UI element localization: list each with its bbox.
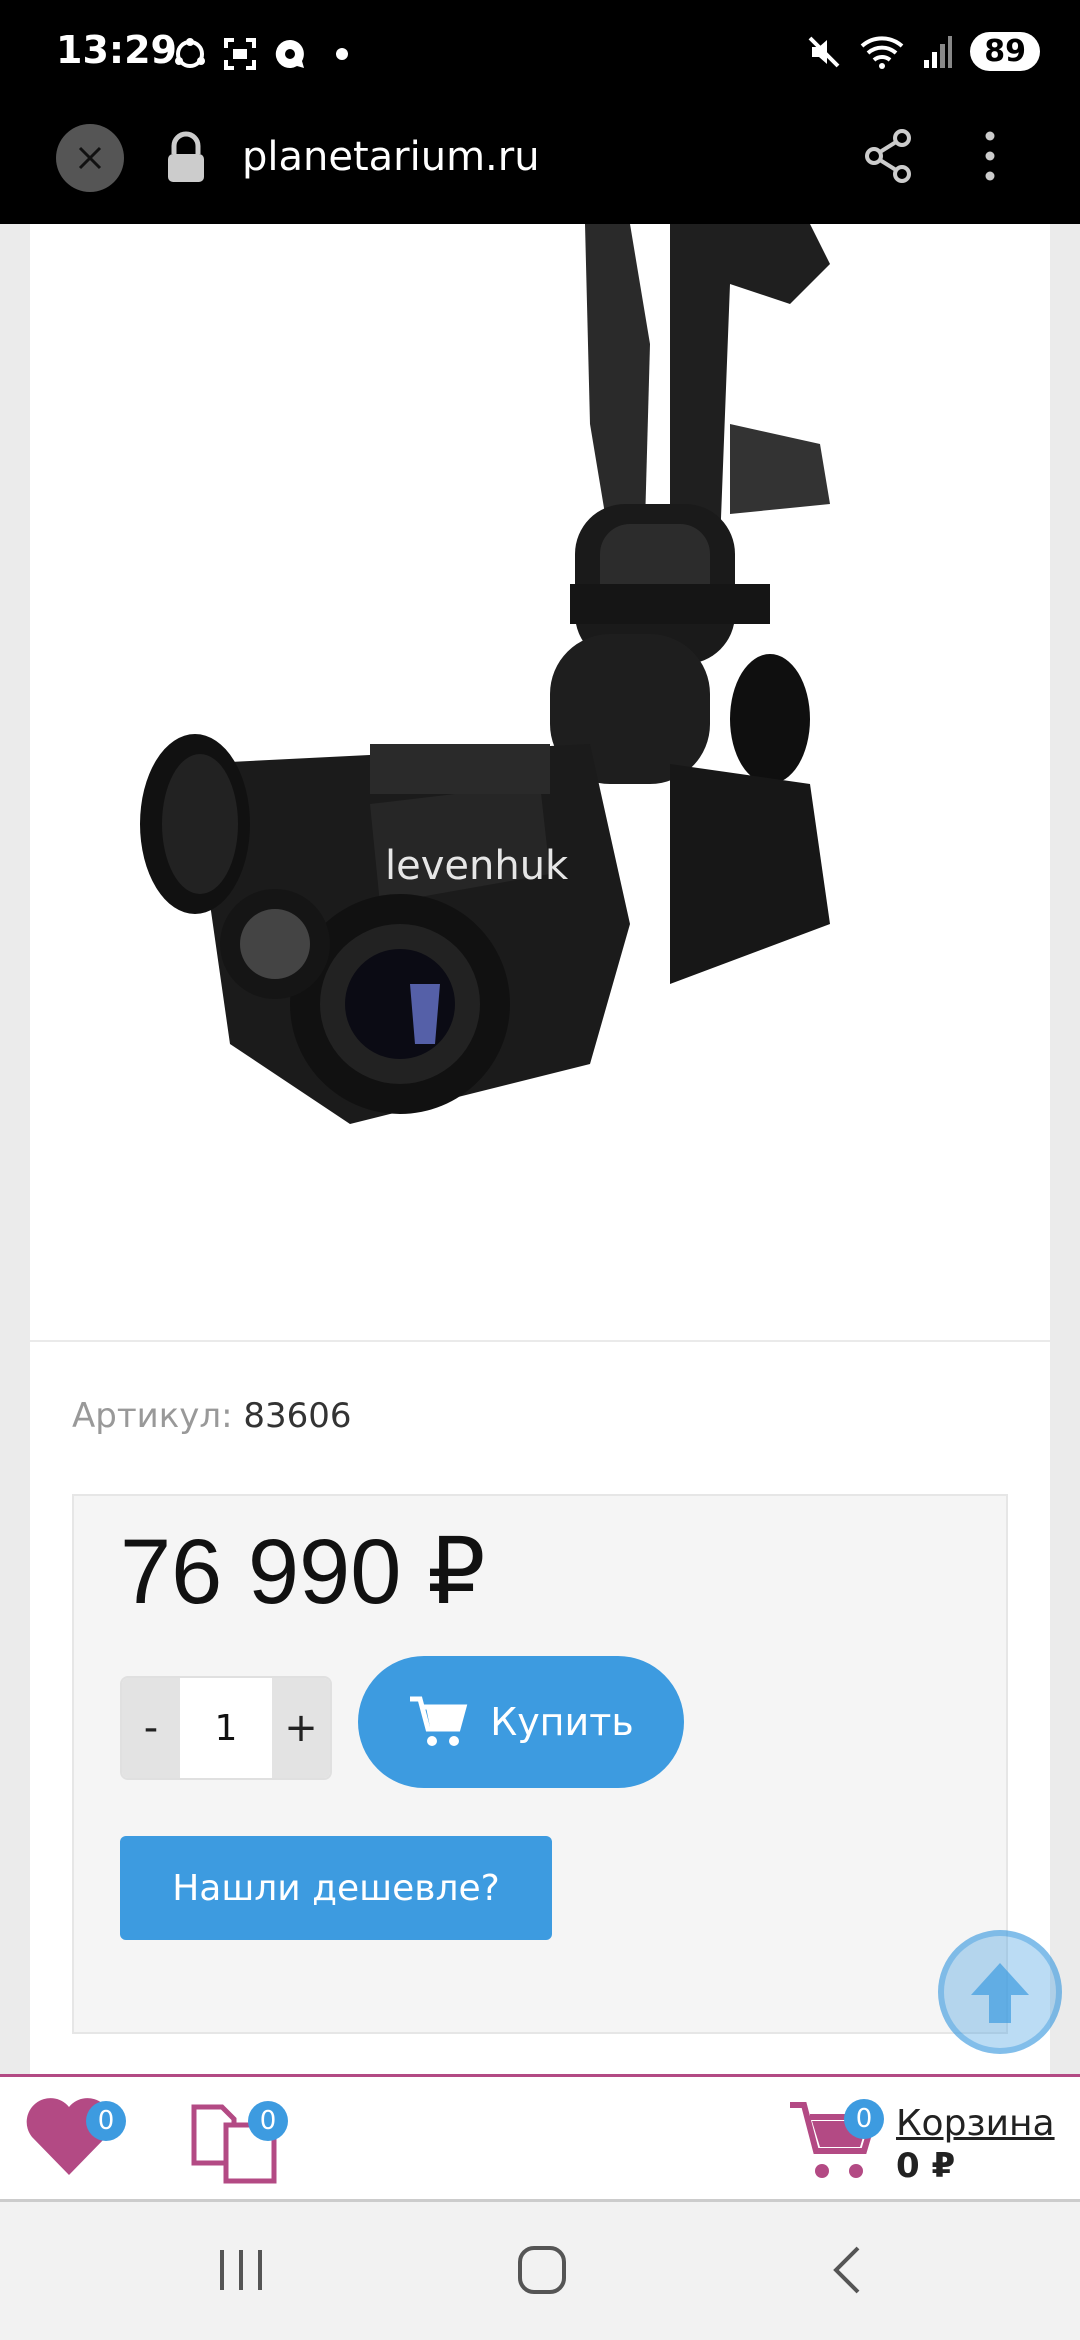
arrow-up-icon xyxy=(971,1963,1029,2023)
back-icon[interactable] xyxy=(826,2242,866,2302)
found-cheaper-button[interactable]: Нашли дешевле? xyxy=(120,1836,552,1940)
lock-icon[interactable] xyxy=(164,130,208,190)
cart-label[interactable]: Корзина xyxy=(896,2103,1055,2144)
bottom-bar: 0 0 0 Корзина 0 ₽ xyxy=(0,2074,1080,2202)
buy-label: Купить xyxy=(490,1700,634,1744)
qty-plus-button[interactable]: + xyxy=(272,1678,330,1778)
sku-value: 83606 xyxy=(243,1396,352,1436)
notification-icons xyxy=(172,36,348,72)
sku-label: Артикул: xyxy=(72,1396,233,1436)
cart-summary[interactable]: Корзина 0 ₽ xyxy=(896,2103,1055,2186)
status-bar: 13:29 89 xyxy=(0,0,1080,110)
home-icon[interactable] xyxy=(516,2242,568,2302)
divider xyxy=(30,1340,1050,1342)
system-nav-bar xyxy=(0,2202,1080,2340)
mute-icon xyxy=(808,36,840,67)
browser-toolbar: planetarium.ru xyxy=(0,110,1080,224)
scroll-to-top-button[interactable] xyxy=(938,1930,1062,2054)
compare-badge: 0 xyxy=(248,2101,288,2141)
sync-icon xyxy=(175,38,205,68)
qty-minus-button[interactable]: - xyxy=(122,1678,180,1778)
close-icon xyxy=(78,146,102,170)
price: 76 990 ₽ xyxy=(120,1521,486,1623)
qty-input[interactable]: 1 xyxy=(180,1678,272,1778)
chat-icon xyxy=(275,39,304,68)
buy-button[interactable]: Купить xyxy=(358,1656,684,1788)
sku-line: Артикул: 83606 xyxy=(72,1396,352,1436)
favorites-badge: 0 xyxy=(86,2101,126,2141)
cart-icon xyxy=(410,1696,468,1746)
cart-total: 0 ₽ xyxy=(896,2146,956,2186)
more-vert-icon[interactable] xyxy=(980,128,1000,188)
quantity-stepper: - 1 + xyxy=(120,1676,332,1780)
cart-button[interactable]: 0 xyxy=(788,2099,884,2189)
product-card: levenhuk Артикул: 83606 76 990 ₽ - 1 + К… xyxy=(30,224,1050,2074)
url-text[interactable]: planetarium.ru xyxy=(242,134,540,180)
product-image[interactable]: levenhuk xyxy=(30,224,1050,1340)
share-icon[interactable] xyxy=(862,128,914,188)
signal-icon xyxy=(924,35,953,68)
page-content: levenhuk Артикул: 83606 76 990 ₽ - 1 + К… xyxy=(0,224,1080,2074)
more-notifications-dot xyxy=(336,48,348,60)
favorites-button[interactable]: 0 xyxy=(24,2093,126,2183)
brand-logo: levenhuk xyxy=(385,843,569,889)
screenshot-icon xyxy=(224,38,256,70)
cart-badge: 0 xyxy=(844,2099,884,2139)
close-tab-button[interactable] xyxy=(56,124,124,192)
recent-apps-icon[interactable] xyxy=(216,2242,266,2302)
wifi-icon xyxy=(860,35,904,69)
status-time: 13:29 xyxy=(56,28,177,72)
buy-box: 76 990 ₽ - 1 + Купить Нашли дешевле? xyxy=(72,1494,1008,2034)
battery-level: 89 xyxy=(970,32,1040,71)
compare-button[interactable]: 0 xyxy=(188,2097,288,2191)
